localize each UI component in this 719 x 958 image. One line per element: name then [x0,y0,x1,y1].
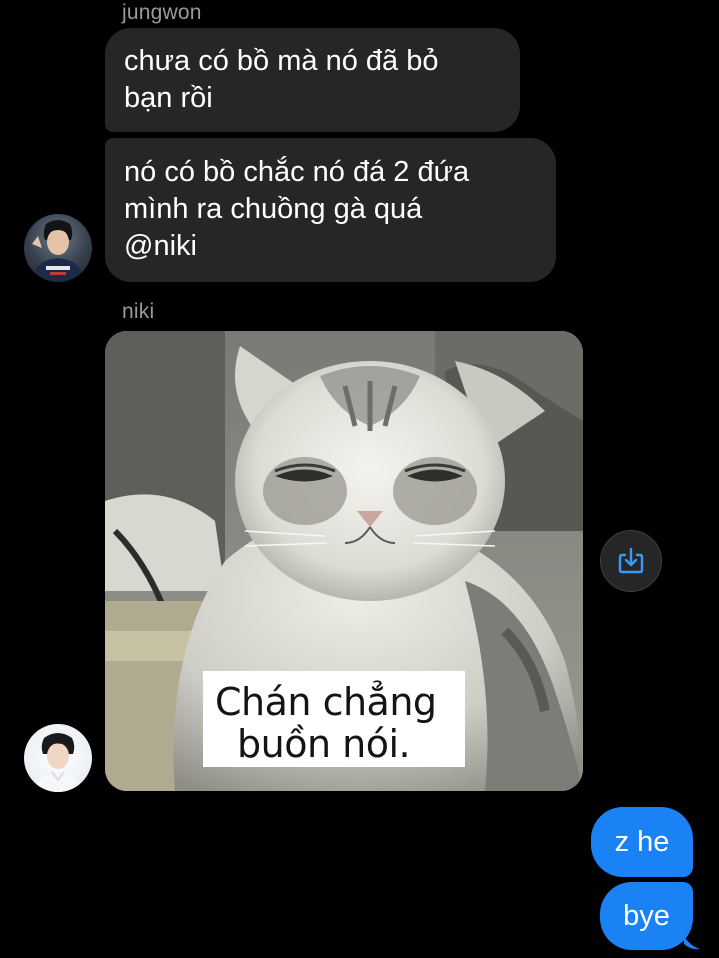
message-text: nó có bồ chắc nó đá 2 đứa mình ra chuồng… [124,156,470,262]
message-bubble[interactable]: chưa có bồ mà nó đã bỏ bạn rồi [105,28,520,132]
sender-name-niki: niki [122,300,155,323]
outgoing-message-bubble[interactable]: bye [600,882,693,950]
save-image-button[interactable] [600,530,662,592]
bubble-tail-icon [684,936,700,950]
message-text: z he [614,825,670,858]
person-icon [34,733,82,792]
avatar-niki[interactable] [24,724,92,792]
person-icon [32,220,84,282]
message-text: bye [623,899,670,932]
message-bubble[interactable]: nó có bồ chắc nó đá 2 đứa mình ra chuồng… [105,138,556,282]
avatar-jungwon[interactable] [24,214,92,282]
caption-line: Chán chẳng [215,680,437,724]
caption-line: buồn nói. [237,722,411,766]
image-message[interactable]: Chán chẳng buồn nói. [105,331,583,791]
download-icon [618,547,644,574]
message-text: chưa có bồ mà nó đã bỏ bạn rồi [124,45,439,114]
sender-name-jungwon: jungwon [122,1,202,24]
image-caption: Chán chẳng buồn nói. [203,671,465,767]
outgoing-message-bubble[interactable]: z he [591,807,693,877]
